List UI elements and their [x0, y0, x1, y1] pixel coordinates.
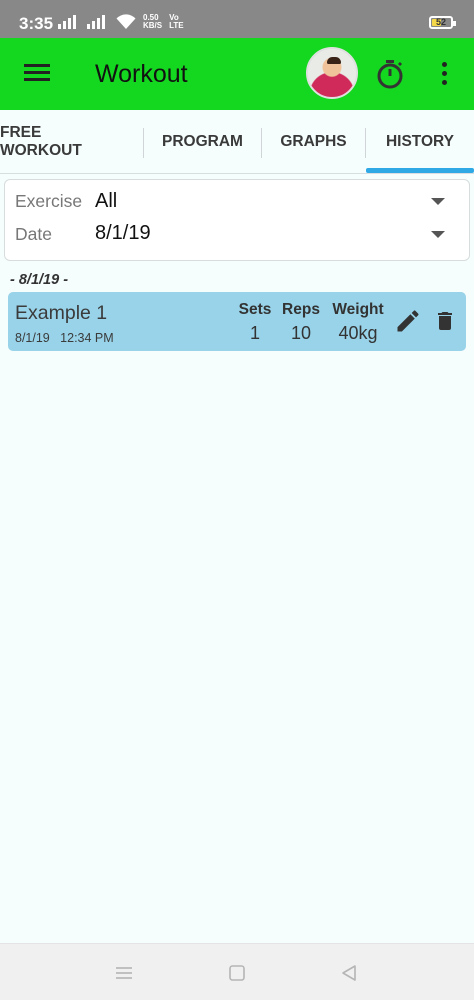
filter-card: Exercise All Date 8/1/19 — [4, 179, 470, 261]
more-vert-icon[interactable] — [436, 62, 452, 86]
chevron-down-icon[interactable] — [431, 231, 445, 238]
wifi-icon — [116, 14, 136, 29]
tab-program[interactable]: PROGRAM — [144, 110, 261, 174]
entry-name: Example 1 — [15, 302, 108, 324]
entry-datetime: 8/1/19 12:34 PM — [15, 331, 114, 345]
home-icon[interactable] — [227, 963, 247, 983]
exercise-select[interactable]: All — [95, 190, 117, 213]
app-title: Workout — [95, 60, 188, 88]
exercise-label: Exercise — [15, 191, 83, 211]
signal-icon — [58, 15, 76, 29]
tab-graphs[interactable]: GRAPHS — [262, 110, 365, 174]
timer-icon[interactable] — [376, 59, 404, 89]
status-bar: 3:35 0.50 KB/S Vo LTE 52 — [0, 0, 474, 38]
sets-value: 1 — [249, 323, 260, 343]
reps-header: Reps — [282, 301, 320, 318]
battery-icon: 52 — [429, 16, 456, 29]
weight-header: Weight — [332, 301, 384, 318]
back-icon[interactable] — [339, 963, 359, 983]
chevron-down-icon[interactable] — [431, 198, 445, 205]
signal-icon-2 — [87, 15, 105, 29]
system-nav-bar — [0, 943, 474, 1000]
net-speed: 0.50 KB/S — [143, 13, 163, 30]
status-time: 3:35 — [19, 14, 54, 33]
date-label: Date — [15, 224, 52, 244]
sets-header: Sets — [238, 301, 272, 318]
tab-indicator — [366, 168, 474, 173]
delete-icon[interactable] — [433, 307, 457, 335]
tab-bar: FREE WORKOUT PROGRAM GRAPHS HISTORY — [0, 110, 474, 174]
reps-value: 10 — [290, 323, 312, 343]
volte-indicator: Vo LTE — [169, 13, 184, 30]
menu-icon[interactable] — [24, 64, 50, 82]
weight-value: 40kg — [338, 323, 378, 343]
date-select[interactable]: 8/1/19 — [95, 222, 151, 245]
app-bar: Workout — [0, 38, 474, 110]
edit-icon[interactable] — [394, 307, 422, 335]
avatar[interactable] — [306, 47, 358, 99]
tab-history[interactable]: HISTORY — [366, 110, 474, 174]
recents-icon[interactable] — [114, 963, 134, 983]
tab-free-workout[interactable]: FREE WORKOUT — [0, 110, 126, 174]
battery-level: 52 — [435, 17, 446, 27]
date-header: - 8/1/19 - — [10, 272, 69, 288]
history-entry[interactable]: Example 1 8/1/19 12:34 PM Sets 1 Reps 10… — [8, 292, 466, 351]
status-icons: 0.50 KB/S Vo LTE — [58, 14, 184, 30]
